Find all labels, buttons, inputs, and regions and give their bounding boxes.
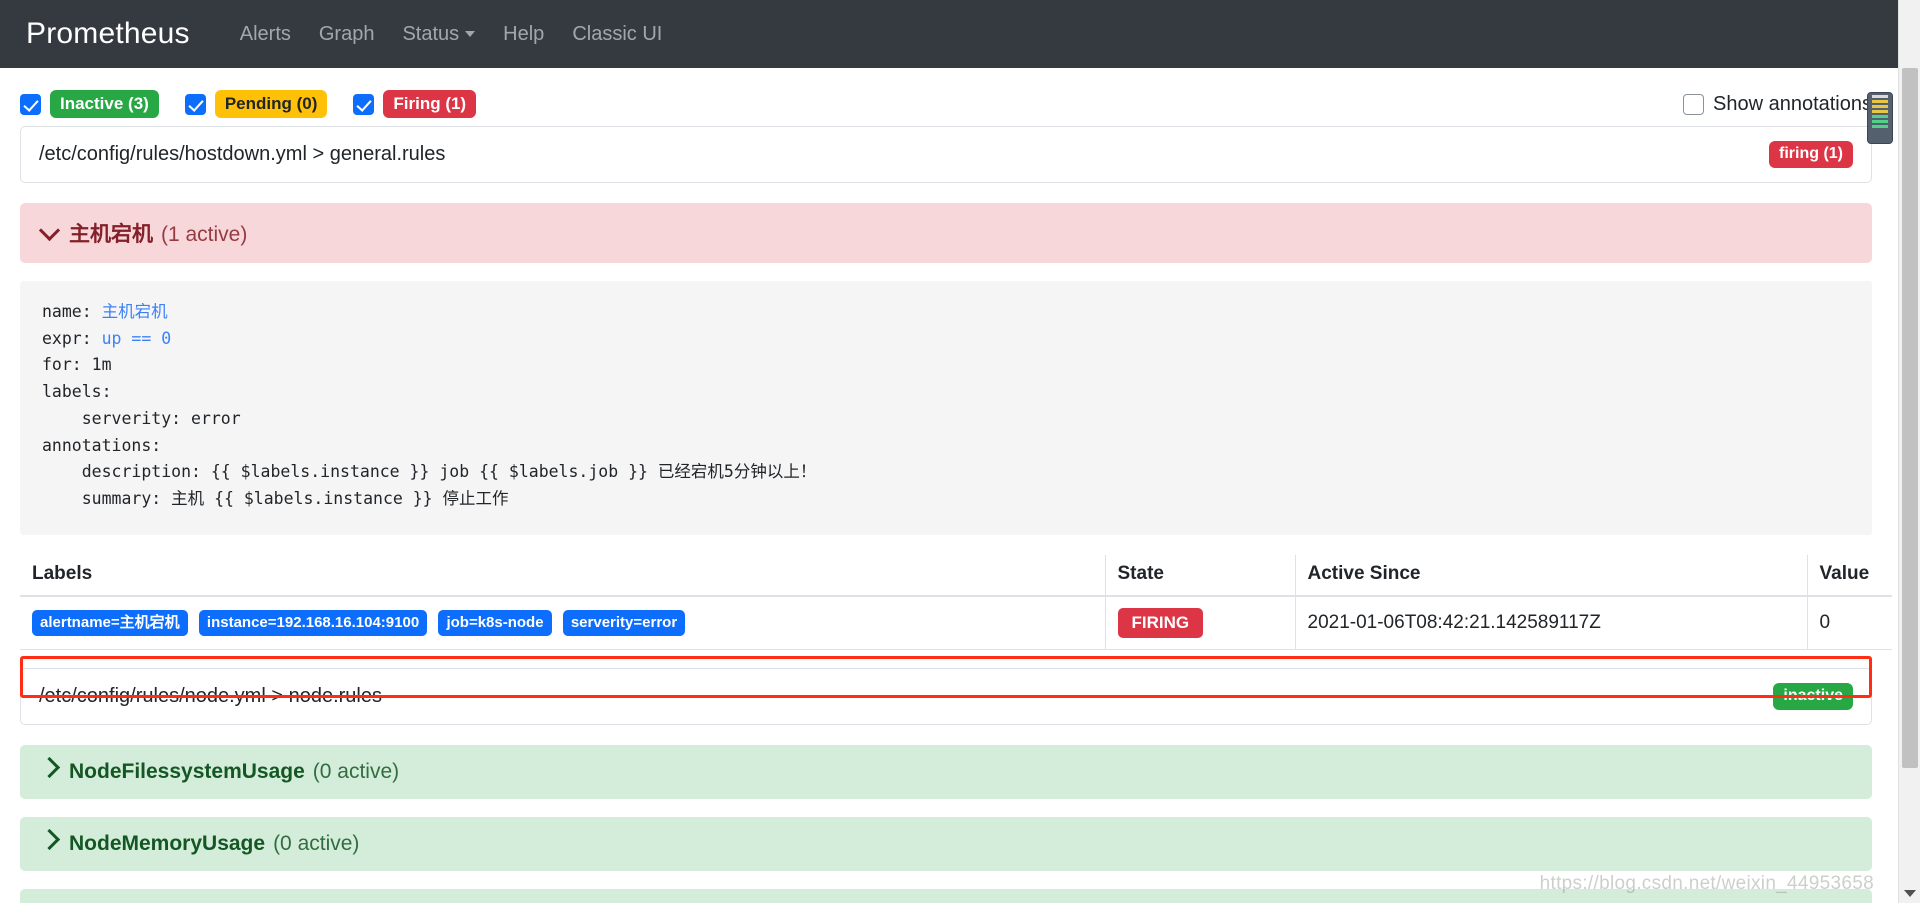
rule-group-header-general[interactable]: /etc/config/rules/hostdown.yml > general… bbox=[20, 126, 1872, 183]
alerts-page: Inactive (3) Pending (0) Firing (1) Show… bbox=[0, 68, 1920, 903]
nav-links: Alerts Graph Status Help Classic UI bbox=[226, 17, 677, 52]
rule-labels-line: labels: bbox=[42, 382, 112, 402]
alert-active-count-hostdown: (1 active) bbox=[161, 223, 248, 246]
column-header-state: State bbox=[1104, 554, 1295, 597]
rule-for-line: for: 1m bbox=[42, 355, 112, 375]
rule-group-name-general: general.rules bbox=[329, 143, 446, 165]
nav-link-graph-label: Graph bbox=[318, 22, 375, 45]
rule-group-separator-general: > bbox=[312, 143, 325, 165]
cell-active-since: 2021-01-06T08:42:21.142589117Z bbox=[1294, 595, 1807, 650]
rule-definition-hostdown: name: 主机宕机 expr: up == 0 for: 1m labels:… bbox=[20, 281, 1872, 535]
filter-inactive[interactable]: Inactive (3) bbox=[20, 90, 159, 118]
alert-header-node-memory[interactable]: NodeMemoryUsage (0 active) bbox=[20, 816, 1872, 871]
chevron-down-icon bbox=[465, 31, 476, 38]
scroll-down-arrow-icon[interactable] bbox=[1904, 890, 1916, 897]
alerts-table-head: Labels State Active Since Value bbox=[20, 554, 1892, 597]
alert-panel-hostdown: 主机宕机 (1 active) name: 主机宕机 expr: up == 0… bbox=[20, 203, 1892, 650]
rule-annotation-summary: summary: 主机 {{ $labels.instance }} 停止工作 bbox=[42, 489, 509, 509]
rule-group-path-node: /etc/config/rules/node.yml > node.rules bbox=[39, 685, 382, 708]
rule-labels-items: serverity: error bbox=[42, 408, 241, 428]
cursor-bar bbox=[1872, 110, 1888, 113]
alert-name-node-memory: NodeMemoryUsage bbox=[69, 831, 266, 855]
rule-name-value: 主机宕机 bbox=[101, 302, 168, 321]
cursor-bar bbox=[1872, 115, 1888, 118]
column-header-labels: Labels bbox=[20, 554, 1105, 597]
cell-labels: alertname=主机宕机 instance=192.168.16.104:9… bbox=[20, 595, 1105, 650]
label-chip-serverity[interactable]: serverity=error bbox=[562, 609, 686, 636]
alert-name-hostdown: 主机宕机 bbox=[69, 223, 153, 246]
rule-group-file-node: /etc/config/rules/node.yml bbox=[39, 684, 266, 707]
badge-inactive[interactable]: Inactive (3) bbox=[50, 90, 159, 118]
watermark-text: https://blog.csdn.net/weixin_44953658 bbox=[1539, 873, 1874, 894]
show-annotations-label: Show annotations bbox=[1712, 92, 1872, 115]
cursor-bar bbox=[1872, 125, 1888, 128]
column-header-active-since: Active Since bbox=[1294, 554, 1807, 597]
brand-logo[interactable]: Prometheus bbox=[26, 17, 190, 51]
checkbox-show-annotations[interactable] bbox=[1682, 93, 1704, 115]
label-chip-job[interactable]: job=k8s-node bbox=[438, 609, 552, 636]
cursor-bar bbox=[1872, 95, 1888, 98]
label-chip-instance[interactable]: instance=192.168.16.104:9100 bbox=[198, 609, 428, 636]
cell-value: 0 bbox=[1806, 595, 1892, 650]
label-chip-alertname[interactable]: alertname=主机宕机 bbox=[32, 609, 188, 636]
alert-state-filter-bar: Inactive (3) Pending (0) Firing (1) Show… bbox=[20, 68, 1900, 126]
rule-annotations-line: annotations: bbox=[42, 435, 162, 455]
alert-panel-node-memory: NodeMemoryUsage (0 active) bbox=[20, 816, 1872, 871]
column-header-value: Value bbox=[1806, 554, 1892, 597]
top-navbar: Prometheus Alerts Graph Status Help Clas… bbox=[0, 0, 1920, 68]
nav-link-alerts-label: Alerts bbox=[239, 22, 291, 45]
rule-expr-value: up == 0 bbox=[101, 328, 172, 348]
rule-name-key: name: bbox=[42, 302, 92, 321]
rule-group-path-general: /etc/config/rules/hostdown.yml > general… bbox=[39, 143, 445, 166]
alert-active-count-node-filesystem: (0 active) bbox=[312, 759, 400, 783]
table-row: alertname=主机宕机 instance=192.168.16.104:9… bbox=[20, 595, 1892, 650]
rule-group-status-node: inactive bbox=[1773, 682, 1853, 710]
filter-firing[interactable]: Firing (1) bbox=[353, 90, 477, 118]
nav-link-classic-ui[interactable]: Classic UI bbox=[558, 17, 676, 52]
scrollbar-thumb[interactable] bbox=[1902, 68, 1918, 768]
nav-link-alerts[interactable]: Alerts bbox=[226, 17, 305, 52]
table-header-row: Labels State Active Since Value bbox=[20, 554, 1892, 597]
cursor-bar bbox=[1872, 105, 1888, 108]
filter-pending[interactable]: Pending (0) bbox=[184, 90, 328, 118]
checkbox-pending[interactable] bbox=[184, 93, 206, 115]
mouse-cursor-icon bbox=[1867, 92, 1893, 144]
badge-pending[interactable]: Pending (0) bbox=[214, 90, 328, 118]
rule-group-status-general: firing (1) bbox=[1769, 141, 1853, 168]
checkbox-firing[interactable] bbox=[353, 93, 375, 115]
alerts-table-body: alertname=主机宕机 instance=192.168.16.104:9… bbox=[20, 595, 1892, 650]
rule-group-header-node[interactable]: /etc/config/rules/node.yml > node.rules … bbox=[20, 667, 1872, 725]
vertical-scrollbar[interactable] bbox=[1898, 0, 1920, 903]
nav-link-graph[interactable]: Graph bbox=[305, 17, 389, 52]
rule-group-separator-node: > bbox=[271, 684, 284, 707]
alert-active-count-node-memory: (0 active) bbox=[273, 831, 360, 855]
chevron-right-icon bbox=[38, 756, 61, 778]
rule-group-file-general: /etc/config/rules/hostdown.yml bbox=[39, 143, 307, 165]
cell-state: FIRING bbox=[1104, 595, 1295, 650]
chevron-down-icon bbox=[38, 219, 61, 242]
nav-link-status-label: Status bbox=[402, 22, 460, 45]
nav-link-status[interactable]: Status bbox=[388, 17, 489, 52]
cursor-bar bbox=[1872, 120, 1888, 123]
alert-name-node-filesystem: NodeFilessystemUsage bbox=[69, 759, 305, 783]
rule-expr-key: expr: bbox=[42, 328, 92, 348]
rule-annotation-description: description: {{ $labels.instance }} job … bbox=[42, 462, 817, 482]
rule-group-name-node: node.rules bbox=[288, 684, 382, 707]
alert-panel-node-filesystem: NodeFilessystemUsage (0 active) bbox=[20, 744, 1872, 799]
nav-link-classic-ui-label: Classic UI bbox=[572, 22, 663, 45]
cursor-bar bbox=[1872, 100, 1888, 103]
alerts-table-hostdown: Labels State Active Since Value alertnam… bbox=[20, 554, 1892, 650]
status-badge: FIRING bbox=[1117, 607, 1204, 638]
nav-link-help-label: Help bbox=[503, 22, 545, 45]
chevron-right-icon bbox=[38, 828, 61, 850]
nav-link-help[interactable]: Help bbox=[489, 17, 558, 52]
alert-header-hostdown[interactable]: 主机宕机 (1 active) bbox=[20, 203, 1872, 263]
badge-firing[interactable]: Firing (1) bbox=[383, 90, 477, 118]
alert-header-node-filesystem[interactable]: NodeFilessystemUsage (0 active) bbox=[20, 744, 1872, 799]
checkbox-inactive[interactable] bbox=[20, 93, 41, 115]
